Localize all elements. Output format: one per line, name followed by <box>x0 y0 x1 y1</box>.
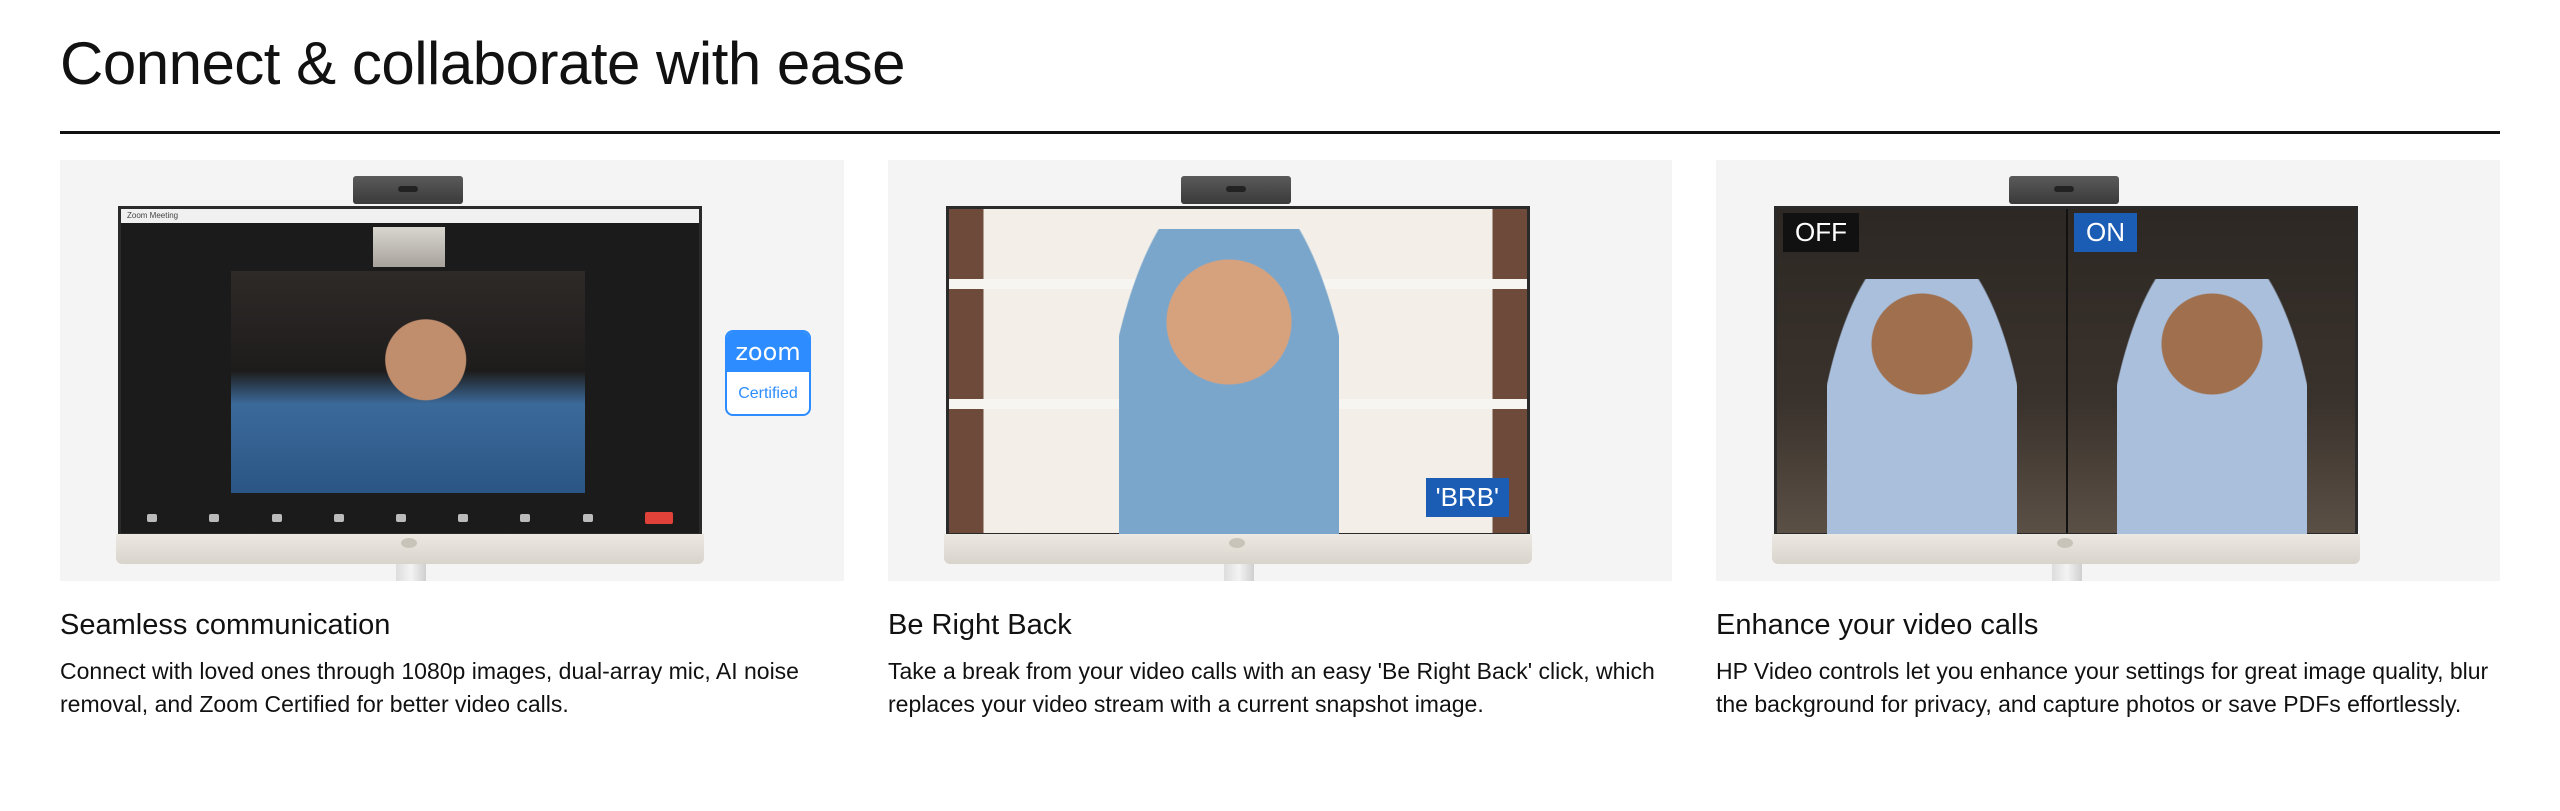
card-title: Be Right Back <box>888 609 1072 641</box>
card-title: Enhance your video calls <box>1716 609 2039 641</box>
before-comparison: OFF <box>1777 209 2066 539</box>
monitor-screen: OFF ON <box>1774 206 2358 539</box>
brb-badge: 'BRB' <box>1425 478 1509 517</box>
feature-image: 'BRB' <box>888 160 1672 581</box>
webcam-icon <box>353 176 463 204</box>
person-enhanced <box>2116 279 2307 539</box>
monitor-illustration: Zoom Meeting <box>116 176 704 581</box>
zoom-certified-badge: zoom Certified <box>725 330 811 416</box>
after-comparison: ON <box>2066 209 2355 539</box>
person-unenhanced <box>1826 279 2017 539</box>
security-icon <box>271 514 282 522</box>
monitor-chin <box>944 534 1532 564</box>
end-call-icon <box>644 512 673 524</box>
zoom-window-titlebar: Zoom Meeting <box>121 209 699 223</box>
monitor-stand <box>1224 564 1254 581</box>
certified-label: Certified <box>738 385 798 402</box>
participants-icon <box>333 514 344 522</box>
feature-card-seamless: Zoom Meeting zoom Certified Seamless com… <box>60 160 844 721</box>
feature-card-enhance: OFF ON Enhance your video calls HP Video… <box>1716 160 2500 721</box>
zoom-controls-bar <box>121 503 699 533</box>
monitor-chin <box>116 534 704 564</box>
mic-icon <box>147 514 158 522</box>
feature-card-brb: 'BRB' Be Right Back Take a break from yo… <box>888 160 1672 721</box>
monitor-stand <box>2052 564 2082 581</box>
webcam-icon <box>2009 176 2119 204</box>
webcam-icon <box>1181 176 1291 204</box>
share-screen-icon <box>458 514 469 522</box>
card-description: HP Video controls let you enhance your s… <box>1716 658 2489 717</box>
off-label: OFF <box>1783 213 1859 252</box>
card-title: Seamless communication <box>60 609 391 641</box>
record-icon <box>520 514 531 522</box>
monitor-stand <box>396 564 426 581</box>
feature-image: OFF ON <box>1716 160 2500 581</box>
zoom-logo: zoom <box>727 332 809 372</box>
participant-thumbnail <box>373 227 445 267</box>
camera-icon <box>209 514 220 522</box>
monitor-illustration: OFF ON <box>1772 176 2360 581</box>
card-description: Take a break from your video calls with … <box>888 658 1655 717</box>
on-label: ON <box>2074 213 2137 252</box>
monitor-chin <box>1772 534 2360 564</box>
reactions-icon <box>582 514 593 522</box>
section-divider <box>60 131 2500 134</box>
card-description: Connect with loved ones through 1080p im… <box>60 658 799 717</box>
feature-image: Zoom Meeting zoom Certified <box>60 160 844 581</box>
waving-person <box>1119 229 1339 539</box>
section-title: Connect & collaborate with ease <box>60 30 906 97</box>
monitor-screen: 'BRB' <box>946 206 1530 539</box>
monitor-screen: Zoom Meeting <box>118 206 702 536</box>
video-call-feed <box>231 271 585 493</box>
monitor-illustration: 'BRB' <box>944 176 1532 581</box>
chat-icon <box>395 514 406 522</box>
